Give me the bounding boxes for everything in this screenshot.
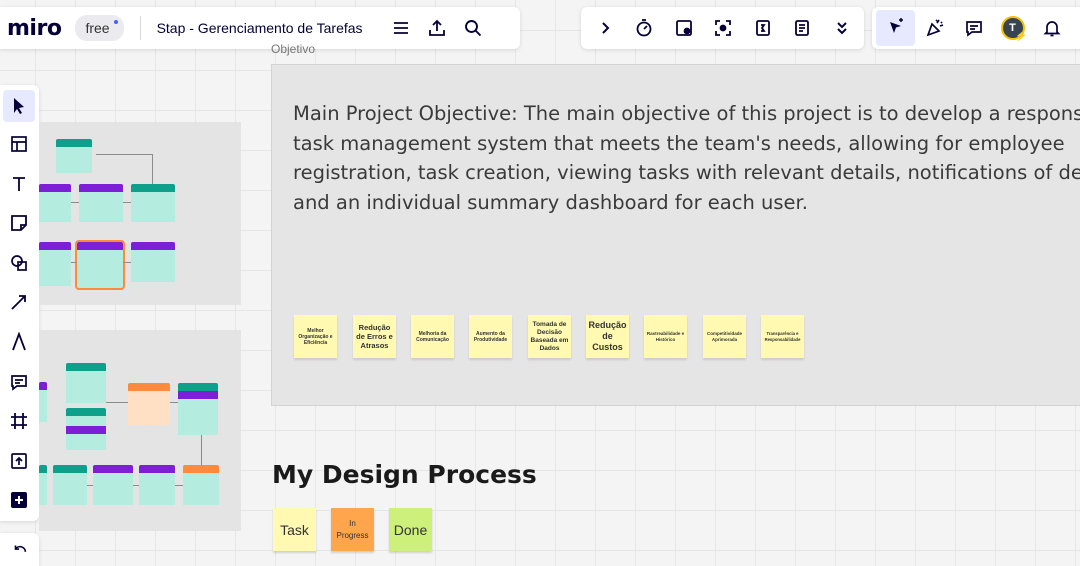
creation-toolbar [0,85,39,521]
chevron-double-down-icon[interactable] [822,10,862,46]
sticky-note-icon[interactable] [3,207,35,239]
connector [170,402,178,403]
sparkle-icon: ⚡ [1015,31,1028,42]
flow-card-orange [128,383,170,425]
undo-icon[interactable] [11,541,29,564]
connector [201,435,202,465]
connector [96,154,152,155]
sticky-note[interactable]: Rastreabilidade e Histórico [644,315,687,358]
flow-card [178,383,218,435]
flow-card-highlighted [75,240,125,290]
objective-line: registration, task creation, viewing tas… [293,161,1080,184]
connector [71,202,79,203]
top-toolbar-left: miro free Stap - Gerenciamento de Tarefa… [0,7,520,49]
notes-icon[interactable] [783,10,823,46]
connector [87,485,93,486]
flow-card [93,465,133,505]
comment-tool-icon[interactable] [3,366,35,398]
flow-card [131,242,175,282]
select-tool-icon[interactable] [3,90,35,122]
sticky-note[interactable]: Competitividade Aprimorada [703,315,746,358]
kanban-in-progress-note[interactable]: In Progress [331,508,374,551]
upload-tool-icon[interactable] [3,445,35,477]
sticky-note[interactable]: Transparência e Responsabilidade [761,315,804,358]
timer-icon[interactable] [625,10,665,46]
objective-line: and an individual summary dashboard for … [293,190,808,214]
undo-panel [0,533,39,566]
kanban-done-note[interactable]: Done [389,508,432,551]
sticky-note[interactable]: Melhor Organização e Eficiência [294,315,337,358]
count-icon[interactable] [743,10,783,46]
connector [123,202,131,203]
objective-text[interactable]: Main Project Objective: The main objecti… [293,99,1080,217]
flow-card [183,465,219,505]
frame-icon[interactable] [3,405,35,437]
templates-icon[interactable] [3,128,35,160]
connector [152,154,153,184]
card-icon[interactable] [664,10,704,46]
chevron-right-icon[interactable] [585,10,625,46]
user-toolbar: T ⚡ [872,7,1080,49]
miro-logo[interactable]: miro [7,16,62,41]
shapes-icon[interactable] [3,247,35,279]
sticky-note[interactable]: Redução de Erros e Atrasos [353,315,396,358]
menu-icon[interactable] [383,10,419,46]
board-title[interactable]: Stap - Gerenciamento de Tarefas [157,20,363,36]
connector [106,402,128,403]
comment-icon[interactable] [954,10,993,46]
flow-frame-thumbnail-2[interactable] [39,330,241,531]
objective-line: Main Project Objective: The main objecti… [293,102,1080,125]
kanban-task-note[interactable]: Task [273,508,316,551]
flow-card [79,184,123,222]
upload-icon[interactable] [419,10,455,46]
sticky-note[interactable]: Tomada de Decisão Baseada em Dados [528,315,571,358]
sticky-note[interactable]: Melhoria da Comunicação [411,315,454,358]
flow-card [139,465,175,505]
flow-card [39,465,47,505]
more-apps-icon[interactable] [3,484,35,516]
flow-card [56,139,92,173]
celebrate-icon[interactable] [915,10,954,46]
focus-icon[interactable] [704,10,744,46]
connection-line-icon[interactable] [3,286,35,318]
bell-icon[interactable] [1032,10,1071,46]
select-cursor-icon[interactable] [876,10,915,46]
plan-label: free [85,20,110,36]
pen-icon[interactable] [3,326,35,358]
objective-line: task management system that meets the te… [293,131,1065,155]
plan-dot [113,20,118,24]
design-process-title[interactable]: My Design Process [272,460,537,489]
user-avatar[interactable]: T ⚡ [993,10,1032,46]
frame-label[interactable]: Objetivo [271,42,315,56]
flow-card [66,408,106,450]
collaboration-toolbar [581,7,864,49]
plan-badge[interactable]: free [75,15,124,41]
avatar: T ⚡ [1000,16,1028,42]
toolbar-divider [139,16,141,40]
flow-frame-thumbnail-1[interactable] [39,122,241,305]
text-tool-icon[interactable] [3,168,35,200]
connector [71,262,77,263]
connector [123,262,131,263]
sticky-note[interactable]: Redução de Custos [586,315,629,358]
connector [133,485,139,486]
search-icon[interactable] [455,10,491,46]
flow-card [39,242,71,286]
sticky-note[interactable]: Aumento da Produtividade [469,315,512,358]
flow-card [66,363,106,403]
flow-card [131,184,175,222]
flow-card [53,465,87,505]
flow-card [39,382,47,422]
flow-card [39,184,71,222]
connector [175,485,183,486]
